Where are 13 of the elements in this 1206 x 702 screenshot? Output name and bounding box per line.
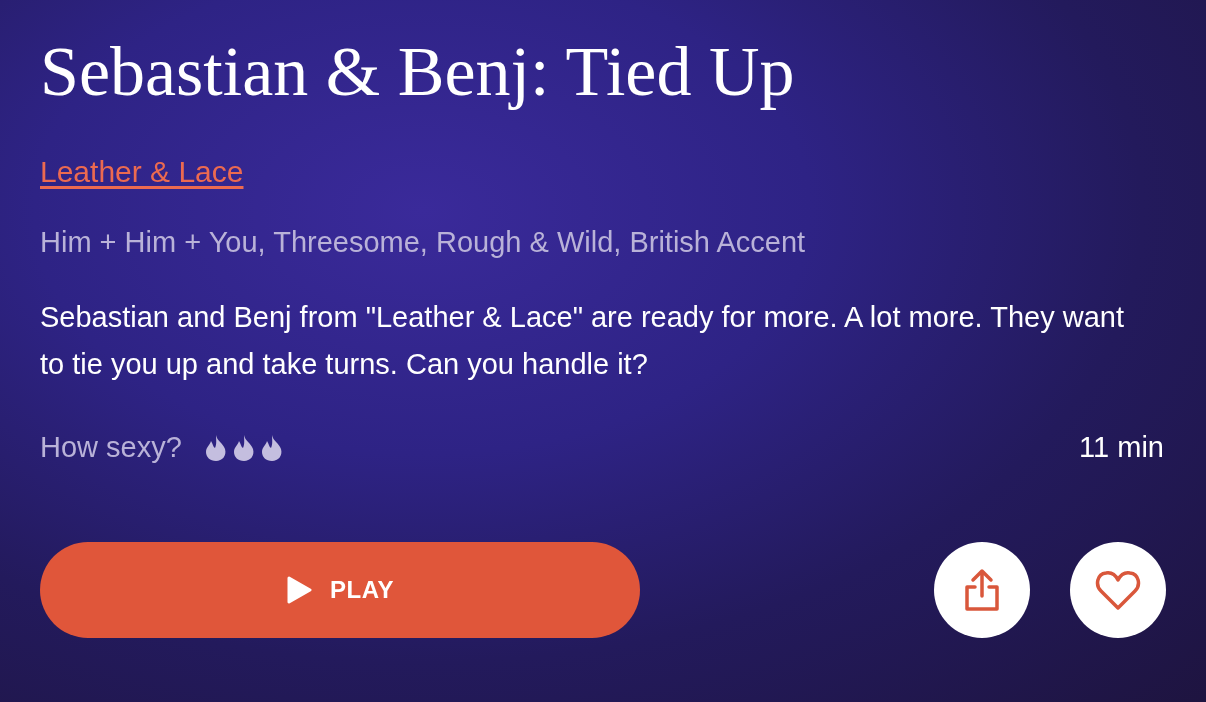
heart-icon	[1095, 568, 1141, 611]
flame-icon	[231, 433, 256, 462]
tag-list: Him + Him + You, Threesome, Rough & Wild, British Accent	[40, 224, 806, 260]
flame-icon	[259, 433, 284, 462]
play-icon	[285, 575, 312, 604]
flame-icon	[203, 433, 228, 462]
story-description: Sebastian and Benj from "Leather & Lace" are ready for more. A lot more. They want to tie you up and take turns. Can you handle it?	[40, 300, 1125, 382]
heat-label: How sexy?	[40, 430, 182, 465]
story-title: Sebastian & Benj: Tied Up	[40, 32, 795, 112]
share-icon	[962, 567, 1002, 612]
play-button[interactable]: PLAY	[40, 541, 640, 638]
series-link[interactable]: Leather & Lace	[40, 154, 244, 190]
duration-label: 11 min	[1079, 430, 1164, 465]
